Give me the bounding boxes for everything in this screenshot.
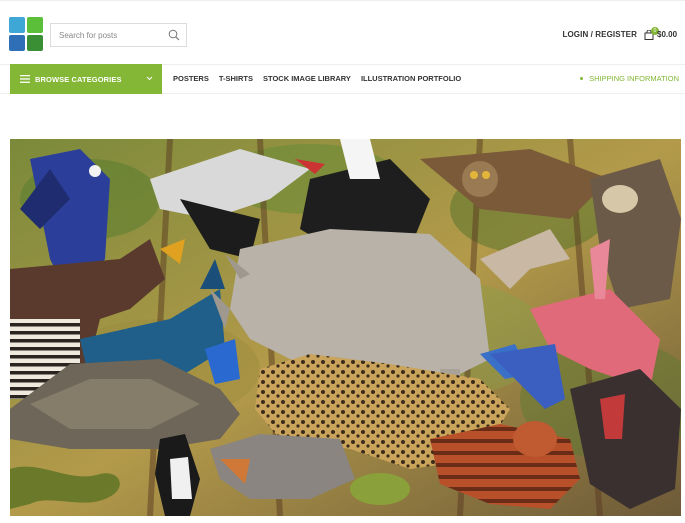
logo-tile-fish [27, 17, 43, 33]
menu-item-t-shirts[interactable]: T-SHIRTS [219, 74, 253, 83]
chevron-down-icon [146, 76, 153, 81]
hamburger-icon [20, 75, 30, 83]
logo-tile-bird [9, 17, 25, 33]
logo-tile-mammal [27, 35, 43, 51]
search-icon[interactable] [168, 29, 180, 41]
site-logo[interactable] [9, 17, 43, 51]
shipping-information-link[interactable]: SHIPPING INFORMATION [580, 74, 679, 83]
animals-illustration [10, 139, 681, 516]
cart-button[interactable]: 0 $0.00 [643, 25, 679, 45]
browse-categories-label: BROWSE CATEGORIES [35, 74, 122, 84]
menu-item-stock-image-library[interactable]: STOCK IMAGE LIBRARY [263, 74, 351, 83]
search-box [50, 23, 187, 47]
search-input[interactable] [59, 30, 159, 40]
menu-item-illustration-portfolio[interactable]: ILLUSTRATION PORTFOLIO [361, 74, 461, 83]
shipping-information-label: SHIPPING INFORMATION [589, 74, 679, 83]
site-header: LOGIN / REGISTER 0 $0.00 [0, 0, 685, 65]
bullet-dot-icon [580, 77, 584, 80]
logo-tile-seahorse [9, 35, 25, 51]
main-navigation: BROWSE CATEGORIES POSTERS T-SHIRTS STOCK… [0, 64, 685, 94]
login-register-link[interactable]: LOGIN / REGISTER [563, 30, 638, 39]
hero-banner-image[interactable] [10, 139, 681, 516]
primary-menu: POSTERS T-SHIRTS STOCK IMAGE LIBRARY ILL… [173, 74, 461, 83]
browse-categories-button[interactable]: BROWSE CATEGORIES [10, 64, 162, 94]
menu-item-posters[interactable]: POSTERS [173, 74, 209, 83]
cart-total: $0.00 [657, 30, 678, 39]
